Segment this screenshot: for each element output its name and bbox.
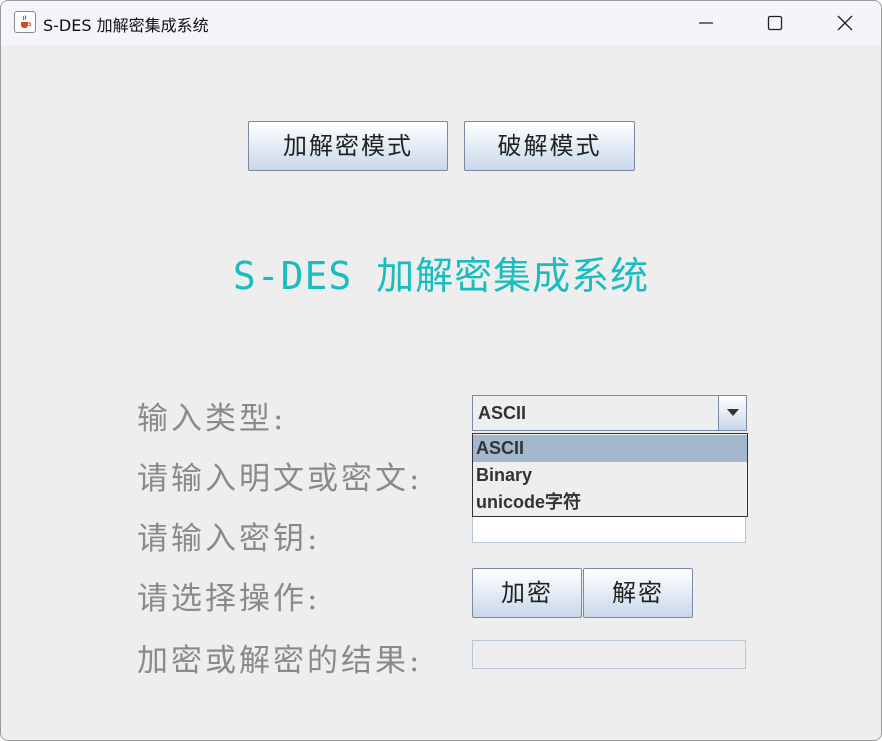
page-title: S-DES 加解密集成系统 — [232, 254, 650, 298]
operation-label: 请选择操作: — [137, 581, 321, 617]
input-type-selected-value: ASCII — [478, 403, 527, 423]
minimize-icon — [699, 22, 713, 24]
dropdown-arrow-button[interactable] — [718, 396, 746, 430]
option-ascii[interactable]: ASCII — [473, 435, 747, 462]
option-binary[interactable]: Binary — [473, 462, 747, 489]
crack-mode-button[interactable]: 破解模式 — [464, 121, 635, 171]
result-field — [472, 640, 746, 669]
key-input[interactable] — [472, 516, 746, 543]
minimize-button[interactable] — [671, 1, 741, 45]
input-type-dropdown-list: ASCII Binary unicode字符 — [472, 433, 748, 517]
app-window: S-DES 加解密集成系统 加解密模式 破解模式 S-DES 加解密集成系统 输… — [0, 0, 882, 741]
maximize-button[interactable] — [740, 1, 810, 45]
text-input-label: 请输入明文或密文: — [137, 461, 423, 497]
window-title: S-DES 加解密集成系统 — [43, 16, 209, 35]
key-input-label: 请输入密钥: — [137, 521, 321, 557]
encrypt-button[interactable]: 加密 — [472, 568, 582, 618]
input-type-select[interactable]: ASCII — [472, 395, 747, 431]
input-type-label: 输入类型: — [137, 401, 287, 437]
encrypt-decrypt-mode-button[interactable]: 加解密模式 — [248, 121, 448, 171]
result-label: 加密或解密的结果: — [137, 643, 423, 679]
close-button[interactable] — [810, 1, 880, 45]
maximize-icon — [767, 15, 783, 31]
decrypt-button[interactable]: 解密 — [583, 568, 693, 618]
title-bar[interactable]: S-DES 加解密集成系统 — [1, 1, 881, 45]
close-icon — [837, 15, 853, 31]
content-panel: 加解密模式 破解模式 S-DES 加解密集成系统 输入类型: 请输入明文或密文:… — [1, 45, 881, 740]
chevron-down-icon — [727, 409, 739, 416]
java-cup-icon — [14, 11, 36, 33]
option-unicode[interactable]: unicode字符 — [473, 489, 747, 516]
